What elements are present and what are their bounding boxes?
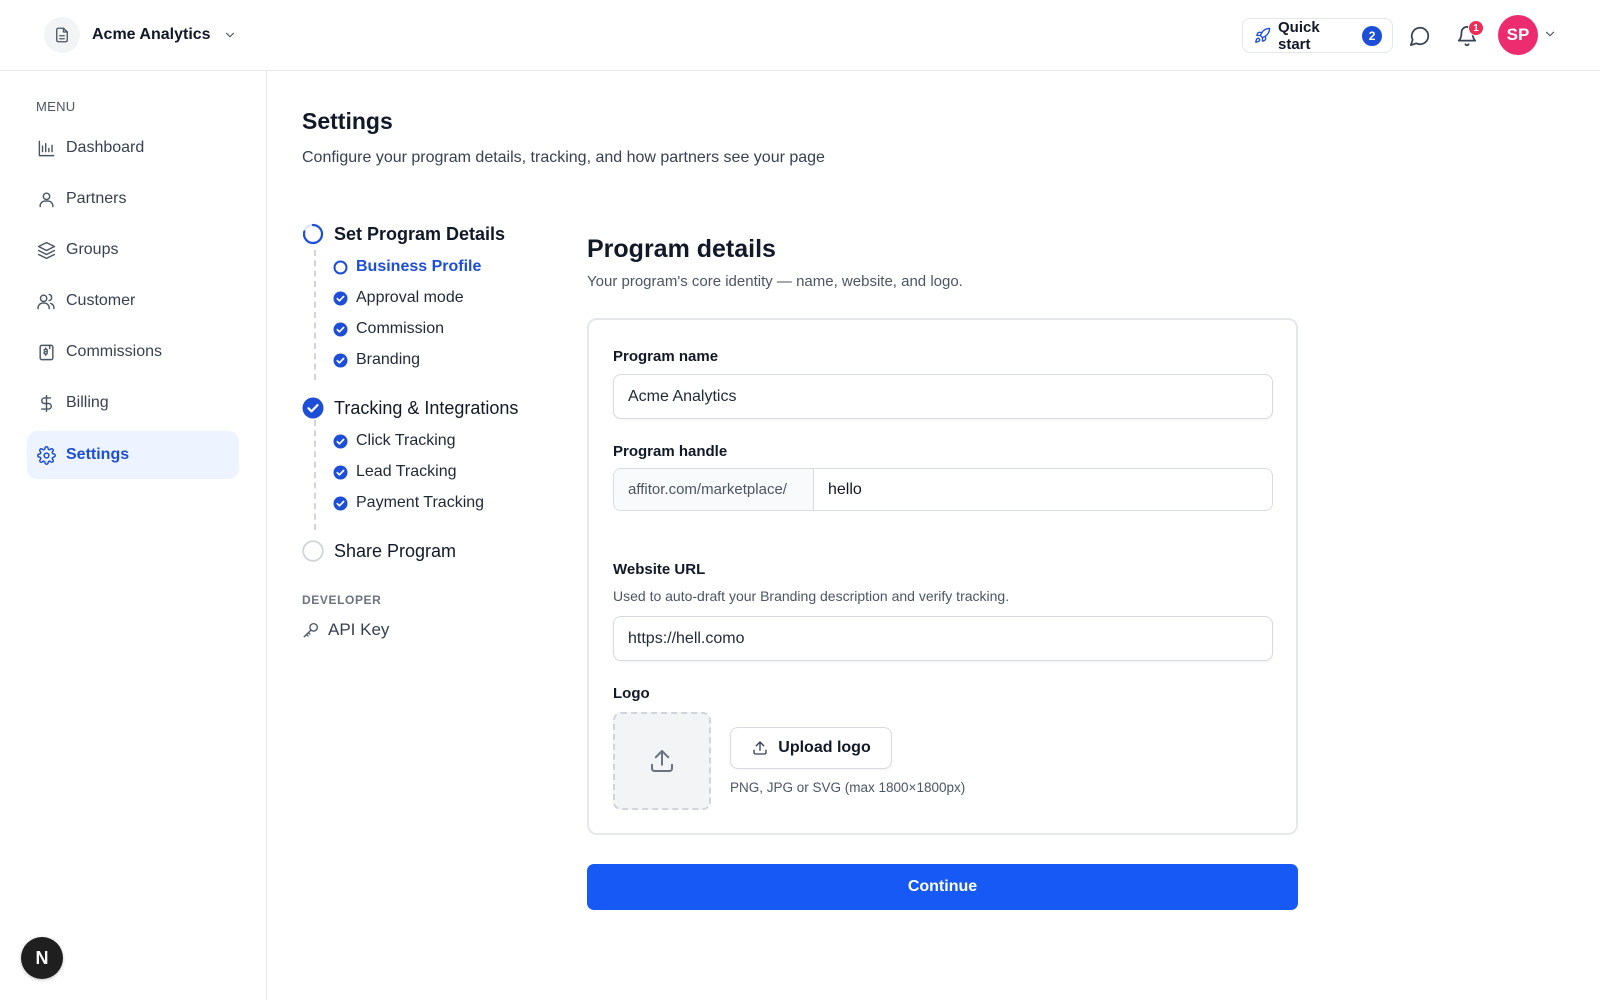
substep-label: Click Tracking: [356, 432, 456, 449]
program-handle-label: Program handle: [613, 443, 728, 460]
upload-logo-button[interactable]: Upload logo: [730, 727, 892, 769]
upload-icon: [751, 739, 769, 757]
step-share-program[interactable]: Share Program: [302, 540, 456, 562]
rocket-icon: [1254, 27, 1271, 44]
empty-circle-icon: [302, 540, 324, 562]
chat-button[interactable]: [1407, 23, 1433, 49]
logo-format-help: PNG, JPG or SVG (max 1800×1800px): [730, 780, 966, 795]
menu-section-label: MENU: [36, 99, 76, 114]
substep-label: Lead Tracking: [356, 463, 457, 480]
key-icon: [302, 621, 320, 639]
sidebar-item-label: Partners: [66, 190, 127, 207]
logo-dropzone[interactable]: [613, 712, 711, 810]
program-handle-field: affitor.com/marketplace/: [613, 468, 1273, 511]
app-logo-badge[interactable]: N: [21, 937, 63, 979]
page-title: Settings: [302, 108, 393, 134]
logo-label: Logo: [613, 685, 650, 702]
substep-payment-tracking[interactable]: Payment Tracking: [333, 494, 484, 512]
api-key-label: API Key: [328, 620, 390, 639]
substep-approval-mode[interactable]: Approval mode: [333, 289, 464, 307]
current-step-circle-icon: [333, 260, 348, 275]
sidebar-item-dashboard[interactable]: Dashboard: [27, 124, 239, 172]
substep-label: Approval mode: [356, 289, 464, 306]
sidebar-item-commissions[interactable]: Commissions: [27, 328, 239, 376]
check-circle-icon: [302, 397, 324, 419]
sidebar-item-label: Groups: [66, 241, 119, 258]
bar-chart-icon: [36, 138, 56, 158]
website-url-label: Website URL: [613, 561, 706, 578]
program-details-card: Program name Program handle affitor.com/…: [587, 318, 1298, 835]
sidebar-item-groups[interactable]: Groups: [27, 226, 239, 274]
website-url-help: Used to auto-draft your Branding descrip…: [613, 588, 1010, 604]
upload-logo-label: Upload logo: [778, 739, 871, 756]
layers-icon: [36, 240, 56, 260]
website-url-input[interactable]: [613, 616, 1273, 661]
dollar-icon: [36, 393, 56, 413]
notifications-button[interactable]: 1: [1454, 20, 1484, 50]
check-circle-icon: [333, 353, 348, 368]
step-connector: [314, 420, 316, 530]
program-handle-input[interactable]: [814, 469, 1272, 510]
sidebar-item-customer[interactable]: Customer: [27, 277, 239, 325]
upload-icon: [647, 746, 677, 776]
substep-commission[interactable]: Commission: [333, 320, 444, 338]
form-title: Program details: [587, 235, 776, 263]
check-circle-icon: [333, 465, 348, 480]
top-bar: Acme Analytics Quick start 2 1 SP: [0, 0, 1600, 71]
quick-start-button[interactable]: Quick start 2: [1242, 18, 1393, 53]
workspace-name: Acme Analytics: [92, 26, 211, 43]
check-circle-icon: [333, 291, 348, 306]
users-icon: [36, 291, 56, 311]
sidebar: MENU Dashboard Partners Groups Customer …: [0, 71, 267, 1000]
notifications-count-badge: 1: [1468, 20, 1484, 36]
step-label: Set Program Details: [334, 223, 506, 244]
sidebar-item-label: Commissions: [66, 343, 163, 360]
chevron-down-icon: [223, 28, 237, 42]
substep-business-profile[interactable]: Business Profile: [333, 258, 481, 276]
gear-icon: [36, 445, 56, 465]
chevron-down-icon[interactable]: [1543, 27, 1557, 41]
sidebar-item-label: Dashboard: [66, 139, 145, 156]
substep-lead-tracking[interactable]: Lead Tracking: [333, 463, 457, 481]
check-circle-icon: [333, 322, 348, 337]
api-key-link[interactable]: API Key: [302, 620, 389, 640]
check-circle-icon: [333, 496, 348, 511]
step-set-program-details[interactable]: Set Program Details: [302, 223, 505, 245]
continue-button[interactable]: Continue: [587, 864, 1298, 910]
sidebar-item-label: Billing: [66, 394, 109, 411]
substep-label: Business Profile: [356, 258, 482, 275]
workspace-switcher[interactable]: Acme Analytics: [44, 17, 237, 53]
check-circle-icon: [333, 434, 348, 449]
form-subtitle: Your program's core identity — name, web…: [587, 273, 963, 290]
substep-label: Branding: [356, 351, 421, 368]
quick-start-label: Quick start: [1278, 18, 1320, 53]
page-subtitle: Configure your program details, tracking…: [302, 149, 825, 166]
quick-start-count-badge: 2: [1362, 25, 1382, 46]
program-name-input[interactable]: [613, 374, 1273, 419]
substep-branding[interactable]: Branding: [333, 351, 420, 369]
user-avatar[interactable]: SP: [1498, 15, 1538, 55]
substep-label: Commission: [356, 320, 445, 337]
substep-label: Payment Tracking: [356, 494, 485, 511]
step-connector: [314, 250, 316, 380]
program-name-label: Program name: [613, 348, 719, 365]
handle-url-prefix: affitor.com/marketplace/: [614, 469, 814, 510]
substep-click-tracking[interactable]: Click Tracking: [333, 432, 456, 450]
document-icon: [44, 17, 80, 53]
step-label: Tracking & Integrations: [334, 397, 519, 418]
progress-ring-icon: [302, 223, 324, 245]
sidebar-item-label: Customer: [66, 292, 136, 309]
step-label: Share Program: [334, 540, 457, 561]
step-tracking-integrations[interactable]: Tracking & Integrations: [302, 397, 518, 419]
sidebar-item-partners[interactable]: Partners: [27, 175, 239, 223]
user-icon: [36, 189, 56, 209]
sidebar-item-billing[interactable]: Billing: [27, 379, 239, 427]
chat-bubble-icon: [1409, 25, 1431, 47]
sidebar-item-label: Settings: [66, 446, 130, 463]
developer-section-label: DEVELOPER: [302, 593, 382, 607]
receipt-icon: [36, 342, 56, 362]
sidebar-item-settings[interactable]: Settings: [27, 431, 239, 479]
